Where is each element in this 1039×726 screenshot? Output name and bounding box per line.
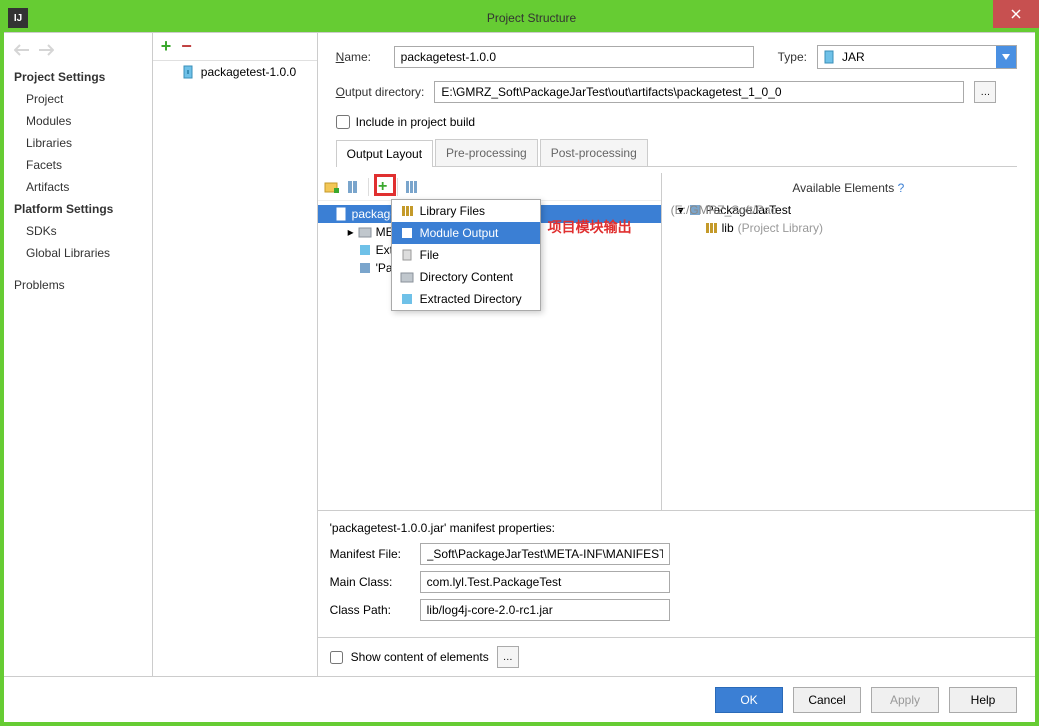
help-button[interactable]: Help: [949, 687, 1017, 713]
type-value: JAR: [842, 50, 865, 64]
selected-path-hint: (E:/GMRZ_Soft/Pac: [671, 203, 901, 217]
outdir-input[interactable]: [434, 81, 964, 103]
back-icon[interactable]: [14, 43, 30, 60]
library-icon: [400, 204, 414, 218]
nav-problems[interactable]: Problems: [4, 274, 152, 296]
jar-icon: [334, 207, 348, 221]
nav-artifacts[interactable]: Artifacts: [4, 176, 152, 198]
popup-directory-content[interactable]: Directory Content: [392, 266, 540, 288]
window-title: Project Structure: [28, 11, 1035, 25]
dropdown-icon[interactable]: [996, 46, 1016, 68]
library-icon: [704, 221, 718, 235]
tab-output-layout[interactable]: Output Layout: [336, 140, 433, 167]
artifact-item[interactable]: packagetest-1.0.0: [153, 61, 317, 83]
nav-facets[interactable]: Facets: [4, 154, 152, 176]
popup-file[interactable]: File: [392, 244, 540, 266]
show-content-checkbox[interactable]: [330, 651, 343, 664]
main-class-label: Main Class:: [330, 575, 410, 589]
popup-module-output[interactable]: Module Output: [392, 222, 540, 244]
section-project-settings: Project Settings: [4, 66, 152, 88]
nav-project[interactable]: Project: [4, 88, 152, 110]
manifest-title: 'packagetest-1.0.0.jar' manifest propert…: [330, 521, 1023, 535]
ok-button[interactable]: OK: [715, 687, 783, 713]
main-class-input[interactable]: [420, 571, 670, 593]
show-content-label: Show content of elements: [351, 650, 489, 664]
popup-library-files[interactable]: Library Files: [392, 200, 540, 222]
folder-icon: [400, 270, 414, 284]
add-artifact-button[interactable]: +: [161, 36, 172, 57]
tab-post-processing[interactable]: Post-processing: [540, 139, 648, 166]
archive-icon: [358, 243, 372, 257]
new-folder-icon[interactable]: [324, 179, 340, 195]
jar-icon: [181, 65, 195, 79]
include-build-label: Include in project build: [356, 115, 475, 129]
output-layout-panel: + packaget (E:/GMRZ_Soft/Pac ▸: [318, 173, 662, 510]
available-elements-label: Available Elements: [792, 181, 894, 195]
nav-sdks[interactable]: SDKs: [4, 220, 152, 242]
add-copy-button[interactable]: +: [375, 179, 391, 195]
popup-extracted-directory[interactable]: Extracted Directory: [392, 288, 540, 310]
nav-libraries[interactable]: Libraries: [4, 132, 152, 154]
type-label: Type:: [778, 50, 807, 64]
help-icon[interactable]: ?: [898, 181, 905, 195]
name-label: Name:: [336, 50, 384, 64]
manifest-file-label: Manifest File:: [330, 547, 410, 561]
cancel-button[interactable]: Cancel: [793, 687, 861, 713]
new-archive-icon[interactable]: [346, 179, 362, 195]
avail-lib-row[interactable]: lib (Project Library): [674, 219, 1023, 237]
manifest-properties: 'packagetest-1.0.0.jar' manifest propert…: [318, 511, 1035, 638]
add-copy-popup: Library Files Module Output File Di: [391, 199, 541, 311]
show-content-config-button[interactable]: …: [497, 646, 519, 668]
apply-button[interactable]: Apply: [871, 687, 939, 713]
name-input[interactable]: [394, 46, 754, 68]
archive-icon: [400, 292, 414, 306]
jar-icon: [822, 50, 836, 64]
module-icon: [400, 226, 414, 240]
help-annotation: 项目模块输出: [548, 217, 632, 237]
browse-outdir-button[interactable]: …: [974, 81, 996, 103]
include-build-checkbox[interactable]: [336, 115, 350, 129]
arrow-right-icon: ▸: [348, 225, 354, 239]
sort-icon[interactable]: [404, 179, 420, 195]
class-path-label: Class Path:: [330, 603, 410, 617]
nav-global-libraries[interactable]: Global Libraries: [4, 242, 152, 264]
remove-artifact-button[interactable]: −: [181, 36, 192, 57]
artifact-label: packagetest-1.0.0: [201, 65, 296, 79]
settings-sidebar: Project Settings Project Modules Librari…: [4, 33, 153, 676]
app-icon: IJ: [8, 8, 28, 28]
close-button[interactable]: [993, 0, 1039, 28]
section-platform-settings: Platform Settings: [4, 198, 152, 220]
outdir-label: Output directory:: [336, 85, 425, 99]
manifest-file-input[interactable]: [420, 543, 670, 565]
folder-icon: [358, 225, 372, 239]
type-select[interactable]: JAR: [817, 45, 1017, 69]
artifacts-list: + − packagetest-1.0.0: [153, 33, 318, 676]
forward-icon[interactable]: [38, 43, 54, 60]
tab-pre-processing[interactable]: Pre-processing: [435, 139, 538, 166]
available-elements-panel: Available Elements ? ▾ PackageJarTest li…: [662, 173, 1035, 510]
class-path-input[interactable]: [420, 599, 670, 621]
file-icon: [400, 248, 414, 262]
dialog-footer: OK Cancel Apply Help: [4, 676, 1035, 722]
module-icon: [358, 261, 372, 275]
titlebar: IJ Project Structure: [4, 4, 1035, 32]
nav-modules[interactable]: Modules: [4, 110, 152, 132]
